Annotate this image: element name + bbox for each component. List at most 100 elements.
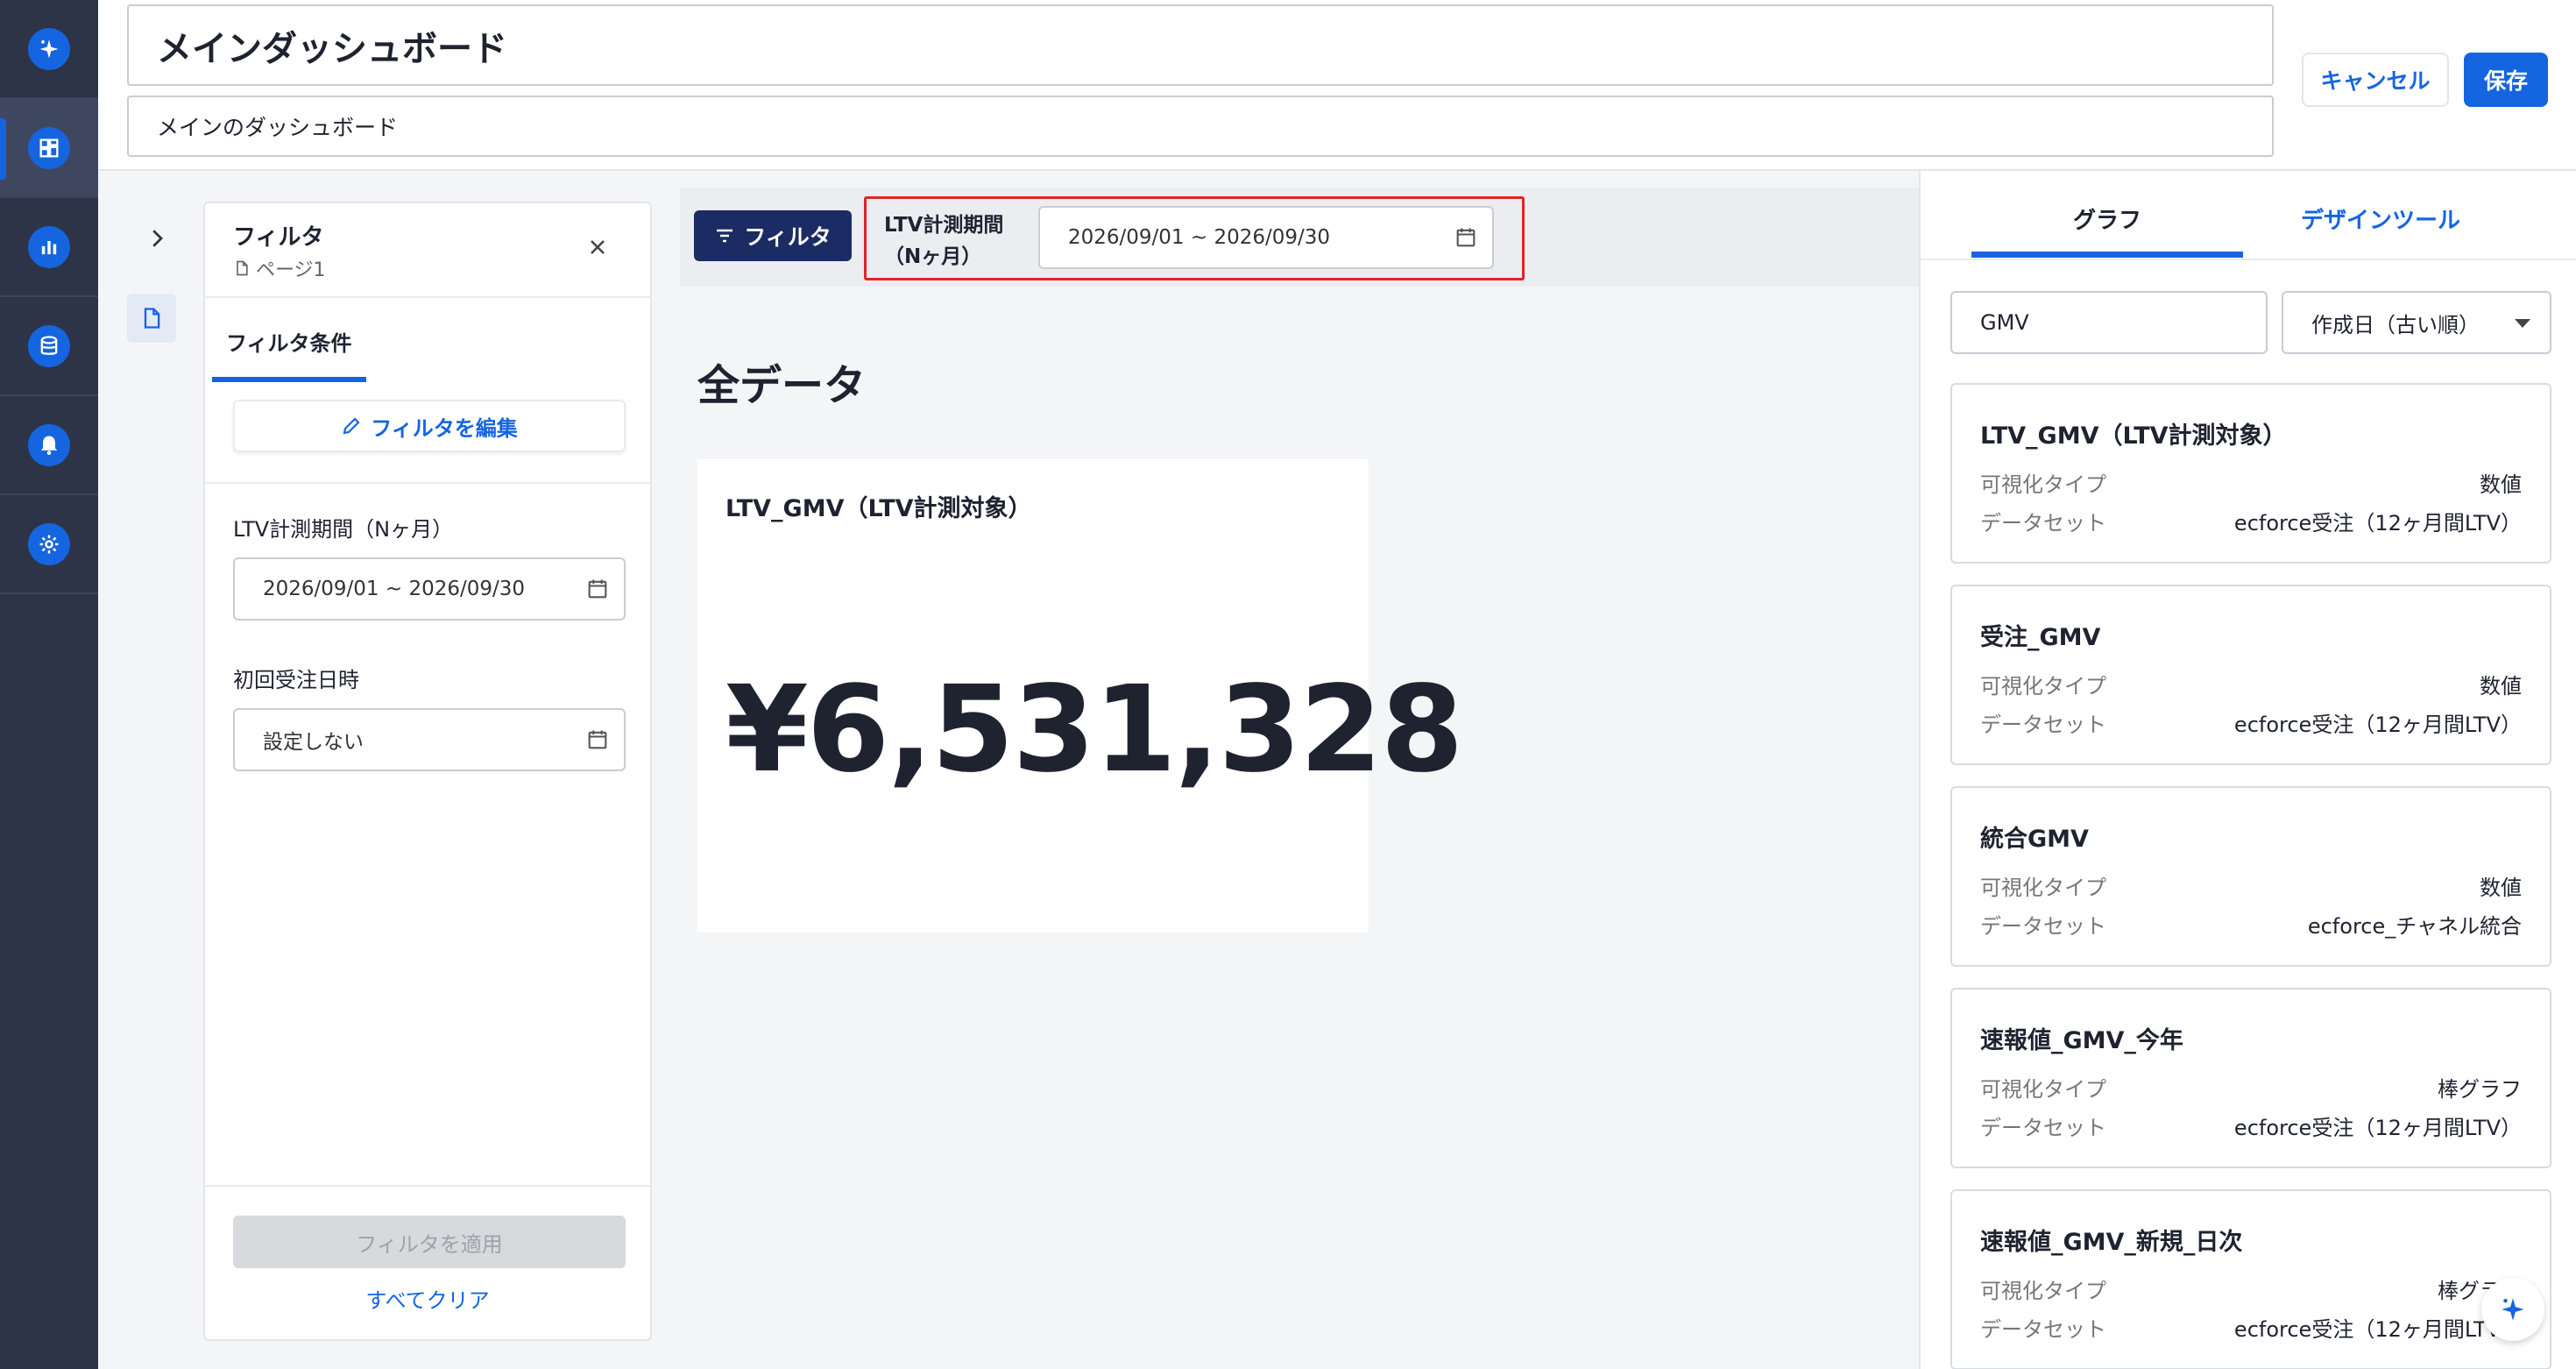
chart-list-item[interactable]: 速報値_GMV_今年 可視化タイプ 棒グラフ データセット ecforce受注（…	[1950, 988, 2551, 1168]
nav-alerts[interactable]	[0, 396, 98, 495]
page-side-column	[98, 171, 203, 1369]
kpi-card-value: ¥6,531,328	[725, 661, 1463, 799]
viz-type-label: 可視化タイプ	[1980, 876, 2106, 900]
filter-panel-title: フィルタ	[233, 224, 324, 251]
filter-panel: フィルタ ページ1 フィルタ条件 フィルタを編集 LTV計測期間（Nヶ月） 20…	[203, 202, 652, 1341]
dataset-value: ecforce_チャネル統合	[2307, 914, 2522, 939]
chart-library-panel: グラフ デザインツール GMV 作成日（古い順） LTV_GMV（LTV計測対象…	[1919, 171, 2576, 1369]
divider	[1921, 259, 2576, 260]
nav-rail	[0, 0, 98, 1369]
nav-dashboard[interactable]	[0, 99, 98, 198]
filter-icon	[717, 229, 733, 243]
nav-datasets[interactable]	[0, 297, 98, 396]
viz-type-label: 可視化タイプ	[1980, 674, 2106, 699]
filter-widget-label-line1: LTV計測期間	[884, 214, 1004, 237]
dataset-label: データセット	[1980, 1317, 2106, 1342]
kpi-card-title: LTV_GMV（LTV計測対象）	[725, 495, 1032, 522]
apply-filter-button[interactable]: フィルタを適用	[233, 1216, 626, 1268]
save-button[interactable]: 保存	[2464, 53, 2548, 107]
chart-list-item[interactable]: 受注_GMV 可視化タイプ 数値 データセット ecforce受注（12ヶ月間L…	[1950, 585, 2551, 765]
filter-widget-label-line2: （Nヶ月）	[884, 245, 982, 268]
close-icon[interactable]	[580, 230, 615, 265]
filter-panel-page-label: ページ1	[256, 259, 326, 281]
calendar-icon	[588, 579, 607, 599]
sparkle-icon	[2502, 1298, 2524, 1321]
tab-filter-conditions[interactable]: フィルタ条件	[212, 326, 366, 379]
edit-filter-label: フィルタを編集	[371, 415, 518, 441]
dashboard-icon	[28, 126, 70, 169]
chart-list-item[interactable]: LTV_GMV（LTV計測対象） 可視化タイプ 数値 データセット ecforc…	[1950, 383, 2551, 564]
first-order-date-label: 初回受注日時	[233, 668, 359, 692]
chart-name: 速報値_GMV_今年	[1980, 1027, 2183, 1054]
nav-ai-assistant[interactable]	[0, 0, 98, 99]
dataset-value: ecforce受注（12ヶ月間LTV）	[2233, 713, 2522, 737]
viz-type-value: 数値	[2480, 876, 2522, 900]
database-icon	[28, 324, 70, 367]
divider	[205, 1185, 650, 1187]
filter-widget-label: LTV計測期間 （Nヶ月）	[884, 209, 1024, 273]
divider	[205, 482, 650, 484]
sparkle-icon	[28, 27, 70, 70]
dataset-value: ecforce受注（12ヶ月間LTV）	[2233, 511, 2522, 536]
dataset-label: データセット	[1980, 511, 2106, 536]
ltv-period-label: LTV計測期間（Nヶ月）	[233, 517, 454, 542]
nav-charts[interactable]	[0, 198, 98, 297]
gear-icon	[28, 522, 70, 565]
first-order-date-input[interactable]: 設定しない	[233, 708, 626, 771]
first-order-date-value: 設定しない	[263, 731, 364, 754]
chart-name: 速報値_GMV_新規_日次	[1980, 1229, 2243, 1256]
filter-widget-date-value: 2026/09/01 ~ 2026/09/30	[1068, 226, 1331, 249]
tab-design-tool[interactable]: デザインツール	[2245, 202, 2516, 235]
section-title: 全データ	[697, 361, 867, 410]
viz-type-label: 可視化タイプ	[1980, 1077, 2106, 1102]
chart-list-item[interactable]: 速報値_GMV_新規_日次 可視化タイプ 棒グラフ データセット ecforce…	[1950, 1189, 2551, 1369]
dataset-label: データセット	[1980, 1116, 2106, 1140]
dataset-value: ecforce受注（12ヶ月間LTV）	[2233, 1116, 2522, 1140]
nav-settings[interactable]	[0, 495, 98, 594]
bell-icon	[28, 423, 70, 466]
viz-type-value: 数値	[2480, 472, 2522, 497]
ai-assistant-button[interactable]	[2481, 1278, 2544, 1341]
divider	[205, 296, 650, 298]
highlighted-filter-widget: LTV計測期間 （Nヶ月） 2026/09/01 ~ 2026/09/30	[864, 196, 1525, 280]
kpi-card[interactable]: LTV_GMV（LTV計測対象） ¥6,531,328	[697, 459, 1463, 933]
dashboard-filter-bar: フィルタ LTV計測期間 （Nヶ月） 2026/09/01 ~ 2026/09/…	[680, 188, 1919, 287]
tab-graph[interactable]: グラフ	[1971, 202, 2243, 235]
filter-widget-date-input[interactable]: 2026/09/01 ~ 2026/09/30	[1038, 206, 1494, 269]
caret-down-icon	[2515, 319, 2530, 328]
sort-select[interactable]: 作成日（古い順）	[2282, 291, 2551, 354]
viz-type-value: 棒グラフ	[2438, 1077, 2522, 1102]
dashboard-title-input[interactable]: メインダッシュボード	[127, 4, 2274, 86]
chart-list-item[interactable]: 統合GMV 可視化タイプ 数値 データセット ecforce_チャネル統合	[1950, 786, 2551, 967]
filter-panel-page: ページ1	[233, 254, 326, 282]
clear-all-link[interactable]: すべてクリア	[205, 1283, 650, 1314]
active-tab-indicator	[1971, 252, 2243, 258]
filter-button-label: フィルタ	[744, 224, 832, 250]
dataset-label: データセット	[1980, 914, 2106, 939]
page-icon	[237, 260, 248, 276]
dataset-label: データセット	[1980, 713, 2106, 737]
ltv-period-value: 2026/09/01 ~ 2026/09/30	[263, 578, 526, 600]
dataset-value: ecforce受注（12ヶ月間LTV）	[2233, 1317, 2522, 1342]
ltv-period-input[interactable]: 2026/09/01 ~ 2026/09/30	[233, 557, 626, 621]
sort-select-value: 作成日（古い順）	[2311, 312, 2480, 337]
chart-name: 統合GMV	[1980, 826, 2089, 853]
pencil-icon	[343, 417, 360, 435]
edit-filter-button[interactable]: フィルタを編集	[233, 400, 626, 452]
viz-type-label: 可視化タイプ	[1980, 472, 2106, 497]
chart-search-input[interactable]: GMV	[1950, 291, 2268, 354]
chart-name: LTV_GMV（LTV計測対象）	[1980, 422, 2287, 450]
calendar-icon	[588, 730, 607, 749]
chart-name: 受注_GMV	[1980, 624, 2101, 651]
viz-type-label: 可視化タイプ	[1980, 1279, 2106, 1303]
active-tab-indicator	[212, 377, 366, 382]
bar-chart-icon	[28, 225, 70, 268]
dashboard-description-input[interactable]: メインのダッシュボード	[127, 96, 2274, 157]
dashboard-header: メインダッシュボード メインのダッシュボード キャンセル 保存	[98, 0, 2576, 171]
chevron-right-icon[interactable]	[144, 225, 170, 252]
filter-button[interactable]: フィルタ	[694, 210, 852, 261]
page-icon[interactable]	[127, 294, 176, 343]
viz-type-value: 数値	[2480, 674, 2522, 699]
calendar-icon	[1456, 228, 1476, 247]
cancel-button[interactable]: キャンセル	[2302, 53, 2449, 107]
